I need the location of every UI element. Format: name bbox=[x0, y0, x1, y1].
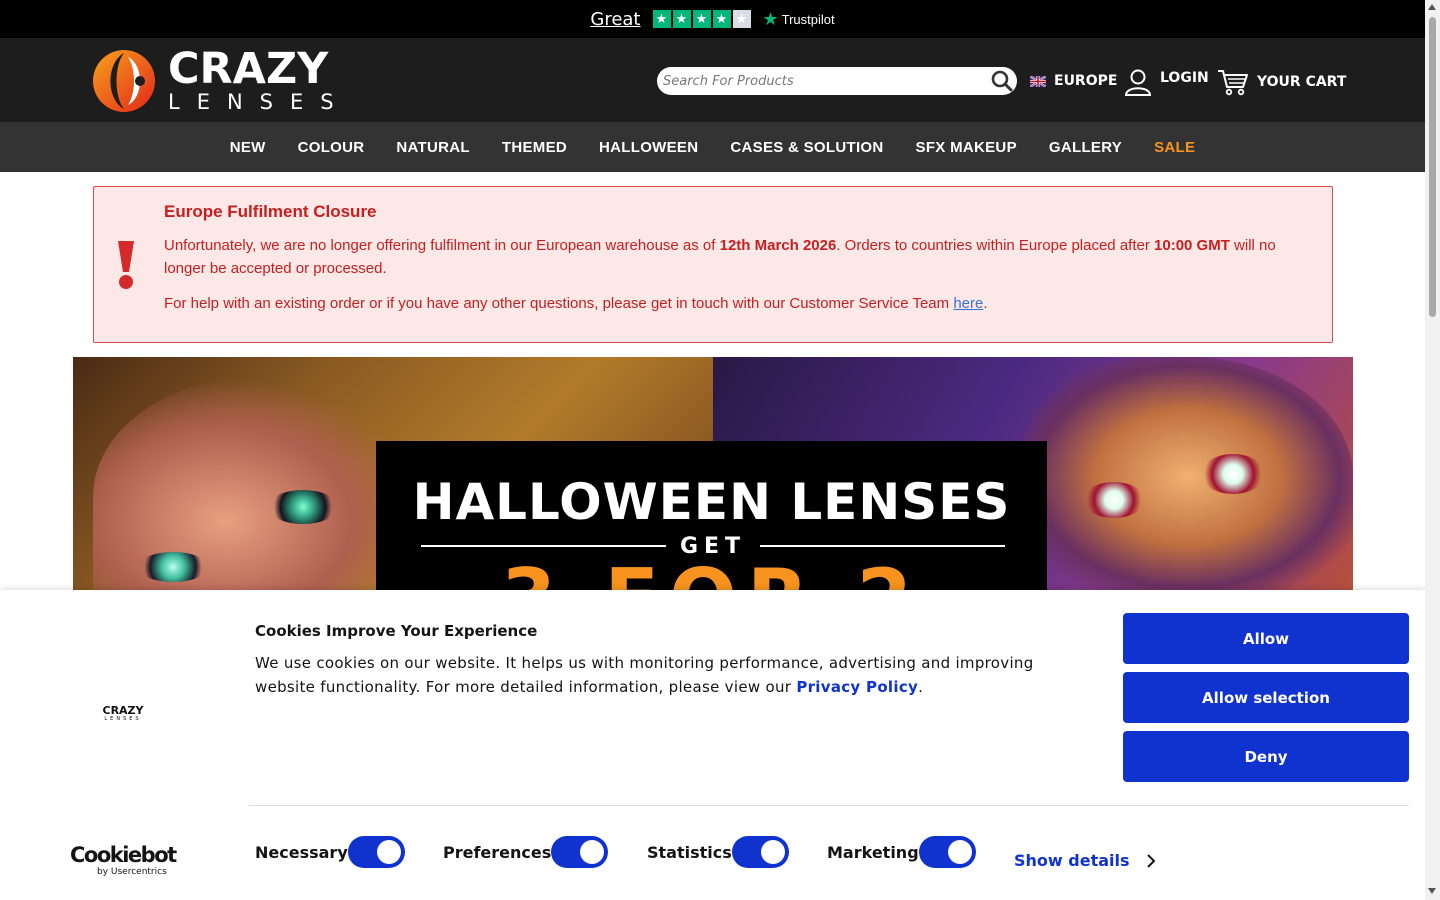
toggle-necessary[interactable] bbox=[347, 836, 405, 868]
trustpilot-bar[interactable]: Great ★ ★ ★ ★ ★ ★ Trustpilot bbox=[0, 0, 1425, 38]
login-link[interactable]: LOGIN bbox=[1124, 68, 1209, 96]
cookie-logo-bottom: LENSES bbox=[104, 716, 142, 722]
toggle-marketing[interactable] bbox=[918, 836, 976, 868]
alert-date: 12th March 2026 bbox=[719, 237, 837, 254]
star-icon: ★ bbox=[652, 10, 671, 28]
page-scrollbar[interactable] bbox=[1425, 0, 1440, 900]
cookie-title: Cookies Improve Your Experience bbox=[255, 622, 538, 640]
search-icon bbox=[991, 70, 1013, 92]
show-details-link[interactable]: Show details bbox=[1014, 851, 1156, 870]
logo-wordmark: CRAZY LENSES bbox=[168, 44, 351, 114]
banner-title: HALLOWEEN LENSES bbox=[412, 473, 1011, 531]
alert-text: . Orders to countries within Europe plac… bbox=[836, 237, 1155, 254]
cookie-dialog-logo: CRAZY LENSES bbox=[99, 705, 147, 722]
uk-flag-icon bbox=[1030, 75, 1046, 87]
star-empty-icon: ★ bbox=[732, 10, 751, 28]
exclamation-icon bbox=[118, 241, 134, 289]
nav-item-cases-solution[interactable]: CASES & SOLUTION bbox=[730, 139, 883, 156]
alert-message: Unfortunately, we are no longer offering… bbox=[164, 234, 1314, 280]
banner-face-right bbox=[1023, 357, 1353, 597]
logo-crazy-text: CRAZY bbox=[168, 44, 329, 94]
scroll-thumb[interactable] bbox=[1429, 17, 1436, 317]
nav-item-colour[interactable]: COLOUR bbox=[298, 139, 365, 156]
trustpilot-rating-word[interactable]: Great bbox=[590, 9, 640, 30]
customer-service-link[interactable]: here bbox=[953, 295, 983, 312]
banner-eye bbox=[1083, 482, 1145, 518]
trustpilot-logo: ★ Trustpilot bbox=[763, 9, 835, 30]
alert-title: Europe Fulfilment Closure bbox=[164, 202, 377, 221]
divider bbox=[421, 545, 666, 547]
toggle-marketing-group: Marketing bbox=[827, 836, 976, 868]
cookie-consent-dialog: CRAZY LENSES Cookies Improve Your Experi… bbox=[0, 590, 1425, 900]
scroll-up-arrow-icon[interactable] bbox=[1428, 4, 1436, 10]
show-details-label: Show details bbox=[1014, 851, 1130, 870]
nav-item-sale[interactable]: SALE bbox=[1154, 139, 1195, 156]
eye-logo-icon bbox=[93, 50, 155, 112]
divider bbox=[760, 545, 1005, 547]
toggle-necessary-label: Necessary bbox=[255, 842, 348, 862]
search-button[interactable] bbox=[987, 67, 1017, 95]
alert-text: Unfortunately, we are no longer offering… bbox=[164, 237, 720, 254]
toggle-statistics[interactable] bbox=[731, 836, 789, 868]
nav-item-halloween[interactable]: HALLOWEEN bbox=[599, 139, 698, 156]
cookiebot-sub: by Usercentrics bbox=[97, 867, 167, 877]
cookie-body: We use cookies on our website. It helps … bbox=[255, 651, 1075, 699]
banner-text-box: HALLOWEEN LENSES GET 3 FOR 2 bbox=[376, 441, 1047, 597]
allow-button[interactable]: Allow bbox=[1123, 613, 1409, 664]
banner-eye bbox=[138, 552, 208, 582]
nav-item-themed[interactable]: THEMED bbox=[502, 139, 567, 156]
nav-item-natural[interactable]: NATURAL bbox=[396, 139, 469, 156]
toggle-preferences[interactable] bbox=[551, 836, 609, 868]
login-label: LOGIN bbox=[1160, 70, 1209, 86]
alert-time: 10:00 GMT bbox=[1154, 237, 1230, 254]
cart-link[interactable]: YOUR CART bbox=[1217, 68, 1346, 96]
chevron-right-icon bbox=[1146, 853, 1155, 868]
alert-text: . bbox=[983, 295, 988, 312]
star-icon: ★ bbox=[712, 10, 731, 28]
toggle-preferences-label: Preferences bbox=[443, 842, 552, 862]
region-selector[interactable]: EUROPE bbox=[1030, 73, 1117, 89]
toggle-marketing-label: Marketing bbox=[827, 842, 919, 862]
region-label: EUROPE bbox=[1054, 73, 1118, 89]
toggle-statistics-label: Statistics bbox=[647, 842, 732, 862]
allow-selection-button[interactable]: Allow selection bbox=[1123, 672, 1409, 723]
closure-alert: Europe Fulfilment Closure Unfortunately,… bbox=[93, 186, 1333, 343]
nav-item-sfx-makeup[interactable]: SFX MAKEUP bbox=[916, 139, 1017, 156]
search-bar bbox=[657, 67, 1017, 95]
toggle-necessary-group: Necessary bbox=[255, 836, 405, 868]
alert-text: For help with an existing order or if yo… bbox=[164, 295, 954, 312]
halloween-banner[interactable]: HALLOWEEN LENSES GET 3 FOR 2 bbox=[73, 357, 1353, 597]
site-header: CRAZY LENSES EUROPE LOGIN bbox=[0, 38, 1425, 122]
user-icon bbox=[1124, 69, 1152, 96]
main-nav: NEW COLOUR NATURAL THEMED HALLOWEEN CASE… bbox=[0, 122, 1425, 172]
cookiebot-logo[interactable]: Cookiebot by Usercentrics bbox=[70, 844, 180, 877]
star-icon: ★ bbox=[692, 10, 711, 28]
cookiebot-wordmark: Cookiebot bbox=[70, 843, 177, 867]
cookie-body-end: . bbox=[918, 678, 924, 696]
trustpilot-stars: ★ ★ ★ ★ ★ bbox=[652, 10, 751, 28]
cart-label: YOUR CART bbox=[1257, 74, 1347, 90]
banner-eye bbox=[268, 490, 338, 524]
toggle-preferences-group: Preferences bbox=[443, 836, 609, 868]
logo-lenses-text: LENSES bbox=[168, 90, 351, 114]
cart-icon bbox=[1218, 70, 1248, 96]
search-input[interactable] bbox=[663, 73, 987, 89]
nav-item-gallery[interactable]: GALLERY bbox=[1049, 139, 1122, 156]
trustpilot-star-icon: ★ bbox=[762, 8, 779, 29]
star-icon: ★ bbox=[672, 10, 691, 28]
site-logo[interactable]: CRAZY LENSES bbox=[92, 48, 354, 114]
deny-button[interactable]: Deny bbox=[1123, 731, 1409, 782]
cookie-logo-top: CRAZY bbox=[102, 704, 144, 717]
toggle-statistics-group: Statistics bbox=[647, 836, 789, 868]
privacy-policy-link[interactable]: Privacy Policy bbox=[796, 678, 918, 696]
scroll-down-arrow-icon[interactable] bbox=[1428, 888, 1436, 894]
alert-help: For help with an existing order or if yo… bbox=[164, 292, 1314, 315]
divider bbox=[249, 805, 1409, 806]
banner-eye bbox=[1201, 454, 1265, 494]
nav-item-new[interactable]: NEW bbox=[230, 139, 266, 156]
trustpilot-brand-label: Trustpilot bbox=[781, 11, 835, 27]
